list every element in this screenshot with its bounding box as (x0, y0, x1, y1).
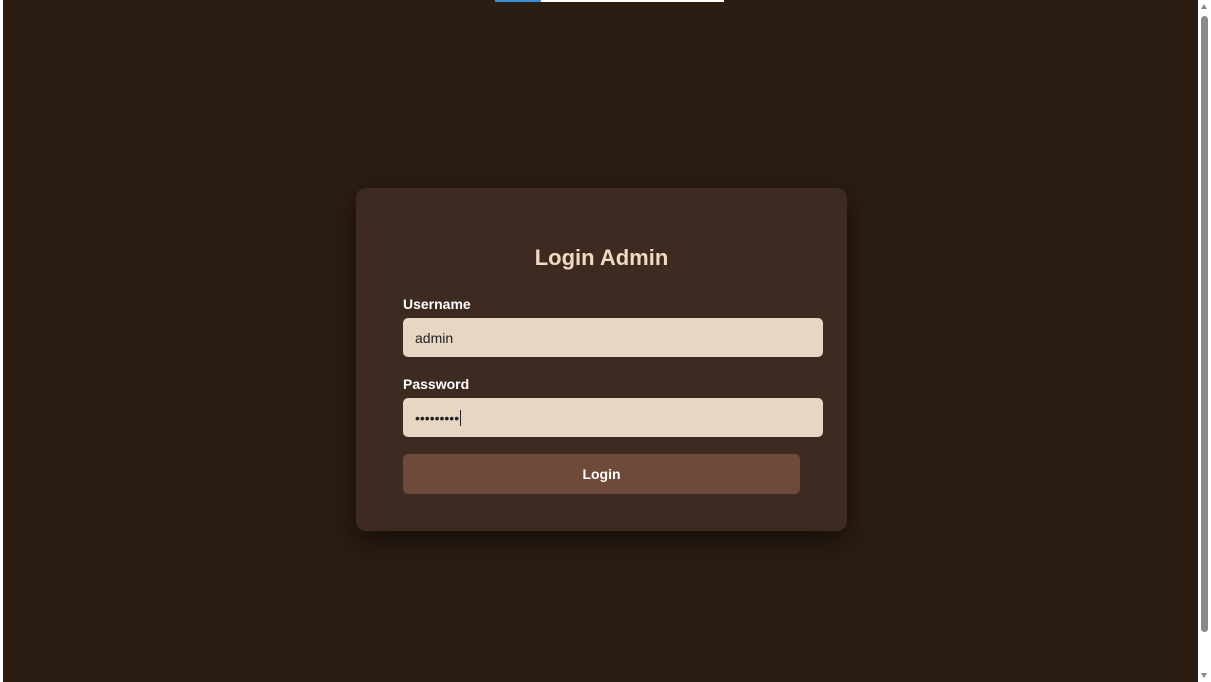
password-input[interactable]: ••••••••• (403, 398, 823, 437)
login-title: Login Admin (534, 245, 669, 270)
login-button[interactable]: Login (403, 454, 800, 494)
scroll-up-arrow-icon[interactable] (1201, 4, 1207, 9)
page: Login Admin Username admin Password ••••… (0, 0, 1211, 682)
login-card: Login Admin Username admin Password ••••… (356, 188, 847, 531)
top-loading-strip (495, 0, 724, 2)
username-input[interactable]: admin (403, 318, 823, 357)
password-value: ••••••••• (415, 409, 460, 426)
password-label: Password (403, 376, 470, 392)
vertical-scrollbar[interactable] (1198, 0, 1211, 682)
username-label: Username (403, 296, 471, 312)
top-strip-accent (495, 0, 541, 2)
scroll-down-arrow-icon[interactable] (1201, 673, 1207, 678)
scrollbar-thumb[interactable] (1201, 16, 1208, 632)
text-caret (460, 409, 462, 426)
username-value: admin (415, 329, 454, 346)
